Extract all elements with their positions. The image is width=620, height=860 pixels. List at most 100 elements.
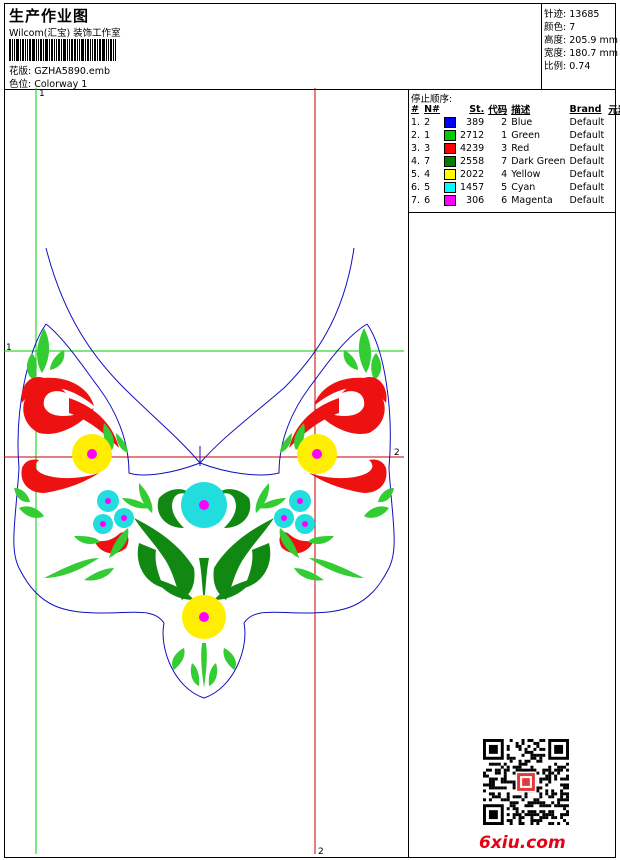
- row-brand: Default: [569, 169, 605, 180]
- row-brand: Default: [569, 117, 605, 128]
- row-code: 1: [501, 130, 508, 141]
- row-needle: 3: [424, 143, 431, 154]
- row-stitches: 4239: [460, 143, 485, 154]
- row-code: 4: [501, 169, 508, 180]
- row-code: 3: [501, 143, 508, 154]
- row-stitches: 306: [466, 195, 485, 206]
- col-index: #: [411, 103, 419, 115]
- stats-panel: 针迹: 13685 颜色: 7 高度: 205.9 mm 宽度: 180.7 m…: [541, 4, 618, 89]
- row-needle: 1: [424, 130, 431, 141]
- row-description: Red: [511, 143, 530, 154]
- color-swatch-box: [444, 156, 456, 167]
- row-code: 2: [501, 117, 508, 128]
- row-code: 5: [501, 182, 508, 193]
- row-brand: Default: [569, 130, 605, 141]
- row-index: 3.: [411, 143, 421, 154]
- color-swatch-box: [444, 169, 456, 180]
- row-index: 4.: [411, 156, 421, 167]
- row-index: 7.: [411, 195, 421, 206]
- color-swatch-box: [444, 117, 456, 128]
- table-row: 3. 3 4239 3 Red Default: [409, 142, 620, 155]
- col-description: 描述: [511, 105, 531, 116]
- color-swatch: [442, 129, 458, 142]
- stat-scale: 比例: 0.74: [544, 61, 591, 72]
- table-row: 2. 1 2712 1 Green Default: [409, 129, 620, 142]
- color-swatch-box: [444, 130, 456, 141]
- col-brand: Brand: [569, 103, 602, 115]
- row-description: Cyan: [511, 182, 536, 193]
- row-element: [606, 142, 620, 155]
- color-swatch: [442, 181, 458, 194]
- col-swatch: [442, 102, 458, 116]
- row-description: Magenta: [511, 195, 553, 206]
- studio-name: Wilcom(汇宝) 装饰工作室: [9, 28, 121, 39]
- right-motif: [274, 328, 394, 581]
- watermark: 6xiu.com: [479, 833, 566, 853]
- row-brand: Default: [569, 195, 605, 206]
- color-swatch-box: [444, 195, 456, 206]
- row-index: 5.: [411, 169, 421, 180]
- row-stitches: 2558: [460, 156, 485, 167]
- row-needle: 6: [424, 195, 431, 206]
- row-element: [606, 155, 620, 168]
- row-stitches: 1457: [460, 182, 485, 193]
- guide-label-h2: 2: [394, 448, 400, 458]
- left-motif: [14, 328, 134, 581]
- qr-code: [483, 739, 569, 825]
- barcode: [9, 39, 155, 61]
- guide-label-v2: 2: [318, 847, 324, 854]
- row-element: [606, 116, 620, 129]
- col-code: 代码: [488, 105, 508, 116]
- row-stitches: 2022: [460, 169, 485, 180]
- row-element: [606, 168, 620, 181]
- stop-sequence-table: # N# St. 代码 描述 Brand 元素 1.23892BlueDefau…: [409, 102, 620, 207]
- row-brand: Default: [569, 143, 605, 154]
- color-swatch-box: [444, 182, 456, 193]
- color-swatch: [442, 155, 458, 168]
- color-swatch: [442, 116, 458, 129]
- row-index: 2.: [411, 130, 421, 141]
- design-file-label: 花版: GZHA5890.emb: [9, 66, 111, 77]
- table-row: 6. 5 1457 5 Cyan Default: [409, 181, 620, 194]
- stat-width: 宽度: 180.7 mm: [544, 48, 618, 59]
- guide-label-h1: 1: [6, 343, 12, 353]
- row-element: [606, 129, 620, 142]
- col-stitches: St.: [469, 103, 485, 115]
- row-description: Blue: [511, 117, 533, 128]
- stat-height: 高度: 205.9 mm: [544, 35, 618, 46]
- row-stitches: 2712: [460, 130, 485, 141]
- row-element: [606, 181, 620, 194]
- row-description: Green: [511, 130, 540, 141]
- table-row: 4. 7 2558 7 Dark Green Default: [409, 155, 620, 168]
- table-header-row: # N# St. 代码 描述 Brand 元素: [409, 102, 620, 117]
- stat-stitches: 针迹: 13685: [544, 9, 600, 20]
- col-element: 元素: [608, 105, 620, 116]
- table-row: 5. 4 2022 4 Yellow Default: [409, 168, 620, 181]
- page-title: 生产作业图: [9, 7, 90, 25]
- row-needle: 5: [424, 182, 431, 193]
- row-index: 1.: [411, 117, 421, 128]
- row-description: Yellow: [511, 169, 541, 180]
- row-stitches: 389: [466, 117, 485, 128]
- guide-label-v1: 1: [39, 89, 45, 99]
- embroidery-canvas: 1 1 2 2: [4, 88, 404, 854]
- row-brand: Default: [569, 156, 605, 167]
- row-index: 6.: [411, 182, 421, 193]
- color-swatch: [442, 194, 458, 207]
- row-code: 7: [501, 156, 508, 167]
- row-code: 6: [501, 195, 508, 206]
- row-element: [606, 194, 620, 207]
- color-swatch-box: [444, 143, 456, 154]
- row-description: Dark Green: [511, 156, 566, 167]
- table-row: 7. 6 306 6 Magenta Default: [409, 194, 620, 207]
- row-needle: 2: [424, 117, 431, 128]
- stat-colors: 颜色: 7: [544, 22, 576, 33]
- row-needle: 4: [424, 169, 431, 180]
- table-divider: [409, 212, 616, 213]
- row-brand: Default: [569, 182, 605, 193]
- color-swatch: [442, 142, 458, 155]
- color-swatch: [442, 168, 458, 181]
- table-row: 1. 2 389 2 Blue Default: [409, 116, 620, 129]
- center-motif: [122, 482, 286, 688]
- row-needle: 7: [424, 156, 431, 167]
